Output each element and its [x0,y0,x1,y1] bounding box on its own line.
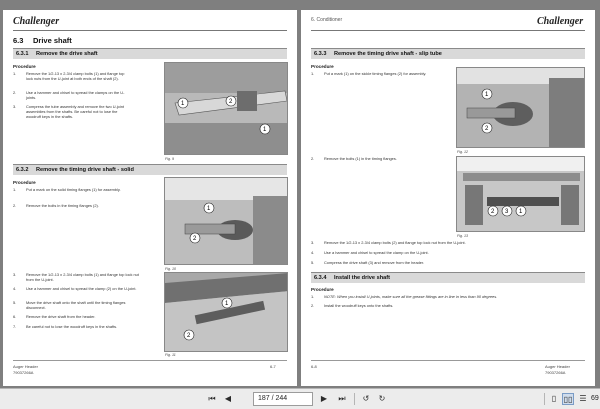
section-number: 6.3 [13,36,24,45]
list-item: 2. Install the woodruff keys onto the sh… [311,303,394,308]
previous-page-icon[interactable]: ◀ [222,393,234,405]
single-page-view-icon[interactable]: ▯ [548,393,560,405]
left-page: Challenger 6.3 Drive shaft 6.3.1 Remove … [3,10,297,386]
list-item: 2. Remove the bolts in the timing flange… [13,203,99,208]
zoom-level[interactable]: 69 [591,395,599,402]
list-item: 1. Put a mark on the solid timing flange… [13,187,121,192]
page-number: 6-8 [311,364,317,369]
right-page: 6. Conditioner Challenger 6.3.3 Remove t… [301,10,595,386]
list-item: 6. Remove the drive shaft from the heade… [13,314,96,319]
list-item: 7. Be careful not to lose the woodruff k… [13,324,118,329]
figure-caption: Fig. 9 [165,157,174,161]
footer-docnum: 79037266A [13,370,34,375]
viewer-toolbar: ⏮ ◀ 187 / 244 ▶ ⏭ ↺ ↻ ▯ ▯▯ ☰ 69 [0,388,600,409]
subsection-title: Install the drive shaft [334,275,390,281]
list-item: 1. Remove the 1/2-13 x 2-3/4 clamp bolts… [13,71,125,81]
rotate-right-icon[interactable]: ↻ [376,393,388,405]
figure-photo: 1 2 [456,67,585,148]
subsection-bar: 6.3.4 Install the drive shaft [311,272,585,283]
figure-caption: Fig. 13 [457,234,468,238]
list-item: 4. Use a hammer and chisel to spread the… [311,250,429,255]
subsection-title: Remove the timing drive shaft - slip tub… [334,51,442,57]
subsection-number: 6.3.4 [314,275,327,281]
section-header: 6. Conditioner [311,17,343,23]
figure-caption: Fig. 12 [457,150,468,154]
list-item: 2. Remove the bolts (1) in the timing fl… [311,156,397,161]
brand-logo: Challenger [537,16,584,27]
next-page-icon[interactable]: ▶ [318,393,330,405]
figure-photo: 2 3 1 [456,156,585,232]
footer-title: Auger Header [545,364,570,369]
figure-photo: 2 1 [164,272,288,352]
list-item: 3. Remove the 1/2-13 x 2-3/4 clamp bolts… [13,272,139,282]
subsection-title: Remove the drive shaft [36,51,98,57]
page-indicator-input[interactable]: 187 / 244 [253,392,313,406]
procedure-label: Procedure [311,287,334,292]
continuous-view-icon[interactable]: ☰ [577,393,589,405]
header-divider [13,30,287,31]
toolbar-separator [354,393,355,405]
toolbar-separator [544,393,545,405]
footer-title: Auger Header [13,364,38,369]
list-item: 3. Remove the 1/2-13 x 2-3/4 clamp bolts… [311,240,466,245]
document-viewer[interactable]: Challenger 6.3 Drive shaft 6.3.1 Remove … [0,0,600,388]
first-page-icon[interactable]: ⏮ [206,393,218,405]
list-item: 5. Compress the drive shaft (3) and remo… [311,260,425,265]
brand-logo: Challenger [13,16,60,27]
subsection-number: 6.3.1 [16,51,29,57]
footer-docnum: 79037266A [545,370,566,375]
list-item: 1. Put a mark (1) on the sickle timing f… [311,71,427,76]
header-divider [311,30,585,31]
list-item: 2. Use a hammer and chisel to spread the… [13,90,125,100]
subsection-number: 6.3.2 [16,167,29,173]
section-title: Drive shaft [33,36,72,45]
subsection-number: 6.3.3 [314,51,327,57]
footer-divider [311,360,585,361]
page-number: 6-7 [270,364,276,369]
procedure-label: Procedure [13,180,36,185]
subsection-bar: 6.3.1 Remove the drive shaft [13,48,287,59]
last-page-icon[interactable]: ⏭ [336,393,348,405]
figure-photo: 1 2 1 [164,62,288,155]
list-item: 3. Compress the tube assembly and remove… [13,104,124,119]
list-item: 1. NOTE: When you install U-joints, make… [311,294,498,299]
rotate-left-icon[interactable]: ↺ [360,393,372,405]
figure-caption: Fig. 10 [165,267,176,271]
two-page-view-icon[interactable]: ▯▯ [562,393,574,405]
list-item: 5. Move the drive shaft onto the shaft u… [13,300,126,310]
subsection-bar: 6.3.2 Remove the timing drive shaft - so… [13,164,287,175]
figure-caption: Fig. 11 [165,353,176,357]
subsection-bar: 6.3.3 Remove the timing drive shaft - sl… [311,48,585,59]
subsection-title: Remove the timing drive shaft - solid [36,167,134,173]
procedure-label: Procedure [13,64,36,69]
list-item: 4. Use a hammer and chisel to spread the… [13,286,137,291]
figure-photo: 1 2 [164,177,288,265]
footer-divider [13,360,287,361]
procedure-label: Procedure [311,64,334,69]
